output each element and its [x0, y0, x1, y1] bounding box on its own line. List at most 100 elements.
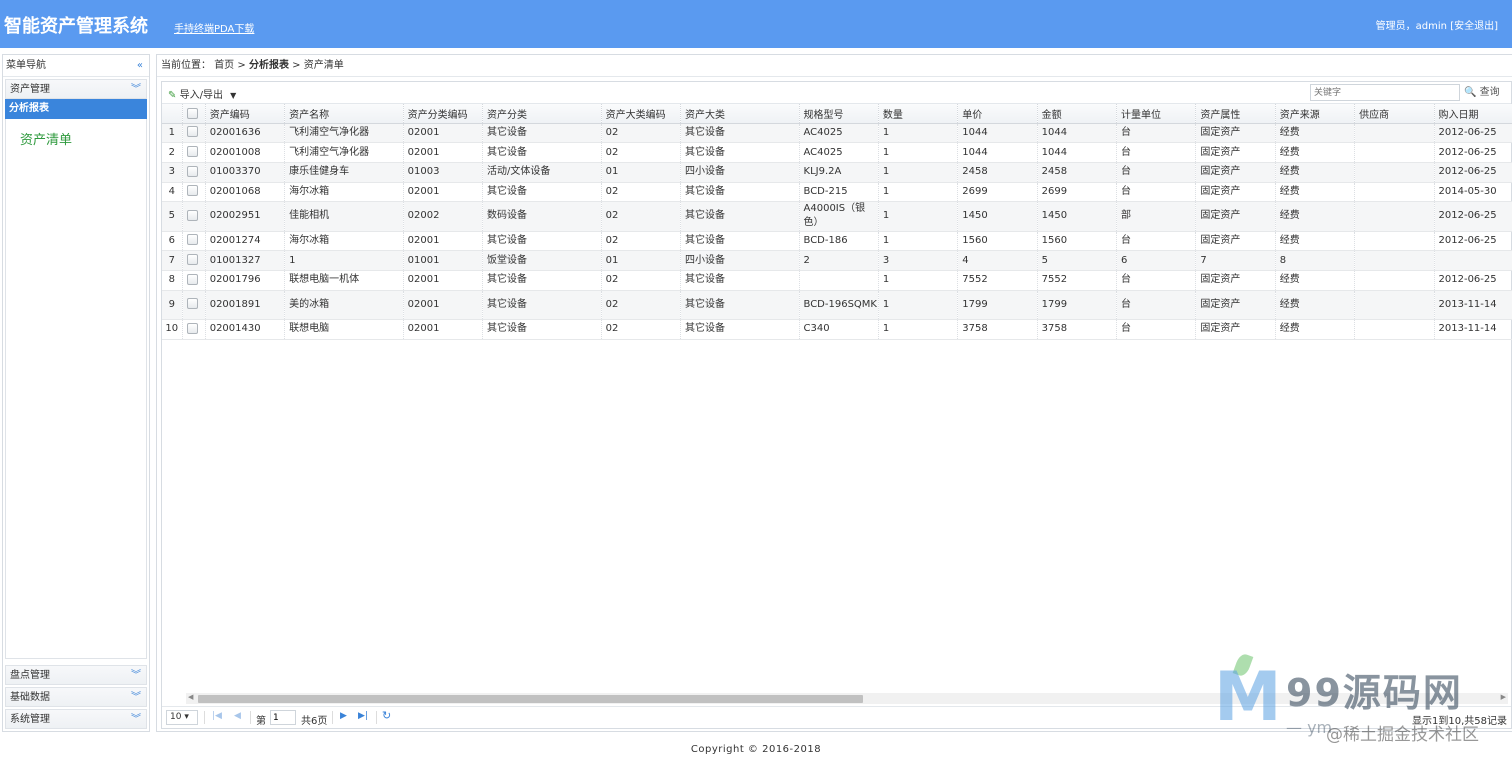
pager-divider — [376, 711, 377, 724]
column-header[interactable]: 资产分类编码 — [403, 104, 484, 124]
import-export-label: 导入/导出 — [179, 90, 223, 101]
next-page-icon[interactable]: ▶ — [340, 711, 347, 721]
table-row[interactable]: 1 02001636 飞利浦空气净化器 02001 其它设备 02 其它设备 AC4025 1 1… — [162, 123, 1512, 144]
row-checkbox[interactable] — [186, 126, 198, 138]
table-cell: 02001 — [403, 123, 484, 144]
column-header[interactable]: 数量 — [878, 104, 959, 124]
table-cell: 其它设备 — [680, 123, 800, 144]
table-cell: 固定资产 — [1195, 290, 1276, 321]
row-checkbox[interactable] — [186, 185, 198, 197]
column-header[interactable]: 资产分类 — [482, 104, 602, 124]
page-size-select[interactable]: 10 ▾ — [166, 710, 198, 725]
row-checkbox[interactable] — [186, 254, 198, 266]
table-row[interactable]: 5 02002951 佳能相机 02002 数码设备 02 其它设备 A4000IS（银色） 1… — [162, 201, 1512, 232]
table-cell: 1 — [878, 142, 959, 163]
column-header[interactable]: 资产属性 — [1195, 104, 1276, 124]
table-cell: 2013-11-14 — [1434, 319, 1512, 340]
row-checkbox[interactable] — [186, 322, 198, 334]
sidebar-item-asset-list[interactable]: 资产清单 — [20, 129, 146, 148]
scroll-right-arrow-icon[interactable]: ▶ — [1501, 693, 1506, 701]
column-header[interactable]: 资产名称 — [284, 104, 404, 124]
column-header[interactable]: 购入日期 — [1434, 104, 1512, 124]
table-header-row: 资产编码 资产名称 资产分类编码 资产分类 资产大类编码 资产大类 规格型号 数… — [162, 104, 1512, 124]
breadcrumb-separator: > — [292, 60, 301, 71]
row-number: 5 — [162, 201, 183, 232]
prev-page-icon[interactable]: ◀ — [234, 711, 241, 721]
select-all-checkbox[interactable] — [186, 107, 198, 119]
pager-info: 显示1到10,共58记录 — [1412, 716, 1507, 727]
sidebar-group-basic-data[interactable]: 基础数据 ︾ — [5, 687, 147, 707]
table-cell: 1799 — [1037, 290, 1118, 321]
table-row[interactable]: 6 02001274 海尔冰箱 02001 其它设备 02 其它设备 BCD-186 1 1560… — [162, 231, 1512, 252]
row-number-header — [162, 104, 183, 124]
table-cell: 经费 — [1275, 290, 1356, 321]
table-cell: KLJ9.2A — [799, 162, 879, 183]
first-page-icon[interactable]: |◀ — [212, 711, 222, 721]
refresh-icon[interactable]: ↻ — [382, 709, 391, 722]
table-row[interactable]: 4 02001068 海尔冰箱 02001 其它设备 02 其它设备 BCD-215 1 2699… — [162, 182, 1512, 203]
table-row[interactable]: 3 01003370 康乐佳健身车 01003 活动/文体设备 01 四小设备 KLJ9.2A… — [162, 162, 1512, 183]
table-cell: 经费 — [1275, 142, 1356, 163]
row-checkbox[interactable] — [186, 146, 198, 158]
table-row[interactable]: 9 02001891 美的冰箱 02001 其它设备 02 其它设备 BCD-196SQMK 1… — [162, 290, 1512, 321]
table-row[interactable]: 8 02001796 联想电脑一机体 02001 其它设备 02 其它设备 1 7552 7552… — [162, 270, 1512, 291]
table-cell: 02001430 — [205, 319, 286, 340]
column-header[interactable]: 金额 — [1037, 104, 1118, 124]
pencil-icon: ✎ — [168, 90, 177, 101]
collapse-sidebar-icon[interactable]: « — [137, 55, 143, 77]
sidebar: 菜单导航 « 资产管理 ︾ 分析报表 资产清单 盘点管理 ︾ 基础数据 ︾ 系统… — [2, 54, 150, 732]
table-cell: 01001327 — [205, 250, 286, 272]
table-cell: 02001 — [403, 142, 484, 163]
sidebar-group-asset-management[interactable]: 资产管理 ︾ — [5, 79, 147, 99]
row-checkbox[interactable] — [186, 165, 198, 177]
column-header[interactable]: 供应商 — [1354, 104, 1435, 124]
horizontal-scrollbar[interactable]: ◀ ▶ — [186, 693, 1508, 704]
table-cell: 台 — [1116, 142, 1197, 163]
column-header[interactable]: 单价 — [957, 104, 1038, 124]
keyword-search-input[interactable] — [1310, 84, 1460, 101]
table-cell: 1450 — [957, 201, 1038, 232]
table-cell: 7 — [1195, 250, 1276, 272]
column-header[interactable]: 资产大类编码 — [601, 104, 681, 124]
table-cell: 02001 — [403, 270, 484, 291]
column-header[interactable]: 规格型号 — [799, 104, 879, 124]
table-cell: 01 — [601, 162, 681, 183]
import-export-button[interactable]: ✎ 导入/导出 ▼ — [168, 86, 236, 101]
search-button[interactable]: 🔍 查询 — [1464, 84, 1508, 101]
scrollbar-thumb[interactable] — [198, 695, 863, 703]
sidebar-group-inventory[interactable]: 盘点管理 ︾ — [5, 665, 147, 685]
logout-link[interactable]: [安全退出] — [1450, 21, 1498, 32]
row-select-cell — [182, 182, 206, 203]
row-number: 4 — [162, 182, 183, 203]
row-checkbox[interactable] — [186, 298, 198, 310]
pda-download-link[interactable]: 手持终端PDA下载 — [174, 20, 254, 35]
sidebar-group-label: 系统管理 — [10, 714, 50, 725]
column-header[interactable]: 资产来源 — [1275, 104, 1356, 124]
table-cell: 1 — [878, 319, 959, 340]
table-cell: 固定资产 — [1195, 162, 1276, 183]
column-header[interactable]: 资产编码 — [205, 104, 286, 124]
table-cell: 02 — [601, 319, 681, 340]
table-cell: 其它设备 — [680, 270, 800, 291]
table-row[interactable]: 10 02001430 联想电脑 02001 其它设备 02 其它设备 C340 1 3758 37… — [162, 319, 1512, 340]
page-number-input[interactable] — [270, 710, 296, 725]
table-cell: BCD-196SQMK — [799, 290, 879, 321]
scroll-left-arrow-icon[interactable]: ◀ — [188, 693, 193, 701]
table-cell: 台 — [1116, 270, 1197, 291]
table-cell: 其它设备 — [482, 270, 602, 291]
column-header[interactable]: 计量单位 — [1116, 104, 1197, 124]
sidebar-group-reports[interactable]: 分析报表 — [5, 99, 147, 119]
table-row[interactable]: 7 01001327 1 01001 饭堂设备 01 四小设备 2 3 4 5 6 7 8 — [162, 250, 1512, 272]
asset-datagrid: ✎ 导入/导出 ▼ 🔍 查询 资产编码 — [161, 81, 1512, 729]
table-cell — [1354, 270, 1435, 291]
row-checkbox[interactable] — [186, 234, 198, 246]
last-page-icon[interactable]: ▶| — [358, 711, 368, 721]
sidebar-group-system[interactable]: 系统管理 ︾ — [5, 709, 147, 729]
row-checkbox[interactable] — [186, 273, 198, 285]
breadcrumb-home[interactable]: 首页 — [214, 60, 234, 71]
row-checkbox[interactable] — [186, 209, 198, 221]
table-cell: 3758 — [1037, 319, 1118, 340]
table-cell: 2699 — [1037, 182, 1118, 203]
column-header[interactable]: 资产大类 — [680, 104, 800, 124]
table-row[interactable]: 2 02001008 飞利浦空气净化器 02001 其它设备 02 其它设备 AC4025 1 1… — [162, 142, 1512, 163]
